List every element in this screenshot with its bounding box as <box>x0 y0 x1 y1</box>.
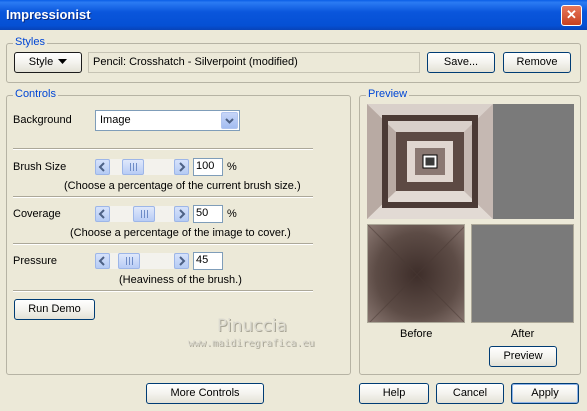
chevron-left-icon <box>98 162 105 172</box>
help-button-label: Help <box>382 387 406 399</box>
preview-button-label: Preview <box>503 350 543 362</box>
more-controls-label: More Controls <box>170 387 240 399</box>
window-title: Impressionist <box>6 7 91 22</box>
brush-size-value: 100 <box>196 160 215 172</box>
pressure-input[interactable]: 45 <box>193 252 223 270</box>
background-select[interactable]: Image <box>95 110 240 131</box>
divider <box>13 243 313 245</box>
styles-group-title: Styles <box>13 36 47 48</box>
watermark-name: Pinuccia <box>217 316 287 336</box>
pressure-value: 45 <box>196 254 209 266</box>
cancel-button[interactable]: Cancel <box>436 383 504 404</box>
divider <box>13 196 313 198</box>
chevron-left-icon <box>98 209 105 219</box>
brush-size-decrease[interactable] <box>95 159 110 175</box>
preset-name: Pencil: Crosshatch - Silverpoint (modifi… <box>93 56 298 68</box>
coverage-increase[interactable] <box>174 206 189 222</box>
brush-size-input[interactable]: 100 <box>193 158 223 176</box>
brush-size-unit: % <box>227 161 237 173</box>
apply-button-label: Apply <box>531 387 559 399</box>
brush-size-hint: (Choose a percentage of the current brus… <box>64 180 301 192</box>
coverage-input[interactable]: 50 <box>193 205 223 223</box>
pressure-increase[interactable] <box>174 253 189 269</box>
brush-size-label: Brush Size <box>13 161 67 173</box>
save-button-label: Save... <box>443 56 479 68</box>
remove-button-label: Remove <box>516 56 558 68</box>
remove-button[interactable]: Remove <box>503 52 571 73</box>
title-bar: Impressionist ✕ <box>0 0 587 30</box>
more-controls-button[interactable]: More Controls <box>146 383 264 404</box>
brush-size-increase[interactable] <box>174 159 189 175</box>
coverage-hint: (Choose a percentage of the image to cov… <box>70 227 291 239</box>
preview-navigator-gray <box>493 104 574 219</box>
run-demo-label: Run Demo <box>28 303 81 315</box>
preset-name-field: Pencil: Crosshatch - Silverpoint (modifi… <box>88 52 420 73</box>
close-button[interactable]: ✕ <box>561 5 582 26</box>
coverage-unit: % <box>227 208 237 220</box>
triangle-down-icon <box>58 59 68 65</box>
preview-navigator-image <box>367 104 493 219</box>
style-button[interactable]: Style <box>14 52 82 73</box>
divider <box>13 148 313 150</box>
controls-group-title: Controls <box>13 88 58 100</box>
chevron-right-icon <box>179 256 186 266</box>
apply-button[interactable]: Apply <box>511 383 579 404</box>
before-label: Before <box>400 328 433 340</box>
pressure-hint: (Heaviness of the brush.) <box>119 274 242 286</box>
pressure-label: Pressure <box>13 255 58 267</box>
pressure-decrease[interactable] <box>95 253 110 269</box>
coverage-decrease[interactable] <box>95 206 110 222</box>
coverage-value: 50 <box>196 207 209 219</box>
after-preview-image <box>471 224 574 323</box>
close-icon: ✕ <box>566 7 577 22</box>
pressure-slider-thumb[interactable] <box>118 253 140 269</box>
coverage-label: Coverage <box>13 208 61 220</box>
help-button[interactable]: Help <box>359 383 429 404</box>
watermark-site: www.maidiregrafica.eu <box>188 338 315 349</box>
run-demo-button[interactable]: Run Demo <box>14 299 95 320</box>
background-value: Image <box>100 114 131 126</box>
after-label: After <box>511 328 535 340</box>
chevron-left-icon <box>98 256 105 266</box>
style-button-label: Style <box>28 56 54 68</box>
divider <box>13 290 313 292</box>
chevron-down-icon <box>225 118 234 124</box>
preview-button[interactable]: Preview <box>489 346 557 367</box>
preview-group-title: Preview <box>366 88 410 100</box>
save-button[interactable]: Save... <box>427 52 495 73</box>
cancel-button-label: Cancel <box>452 387 488 399</box>
background-label: Background <box>13 114 72 126</box>
dropdown-button[interactable] <box>221 112 238 129</box>
chevron-right-icon <box>179 162 186 172</box>
coverage-slider-thumb[interactable] <box>133 206 155 222</box>
before-preview-image <box>367 224 465 323</box>
chevron-right-icon <box>179 209 186 219</box>
brush-size-slider-thumb[interactable] <box>122 159 144 175</box>
